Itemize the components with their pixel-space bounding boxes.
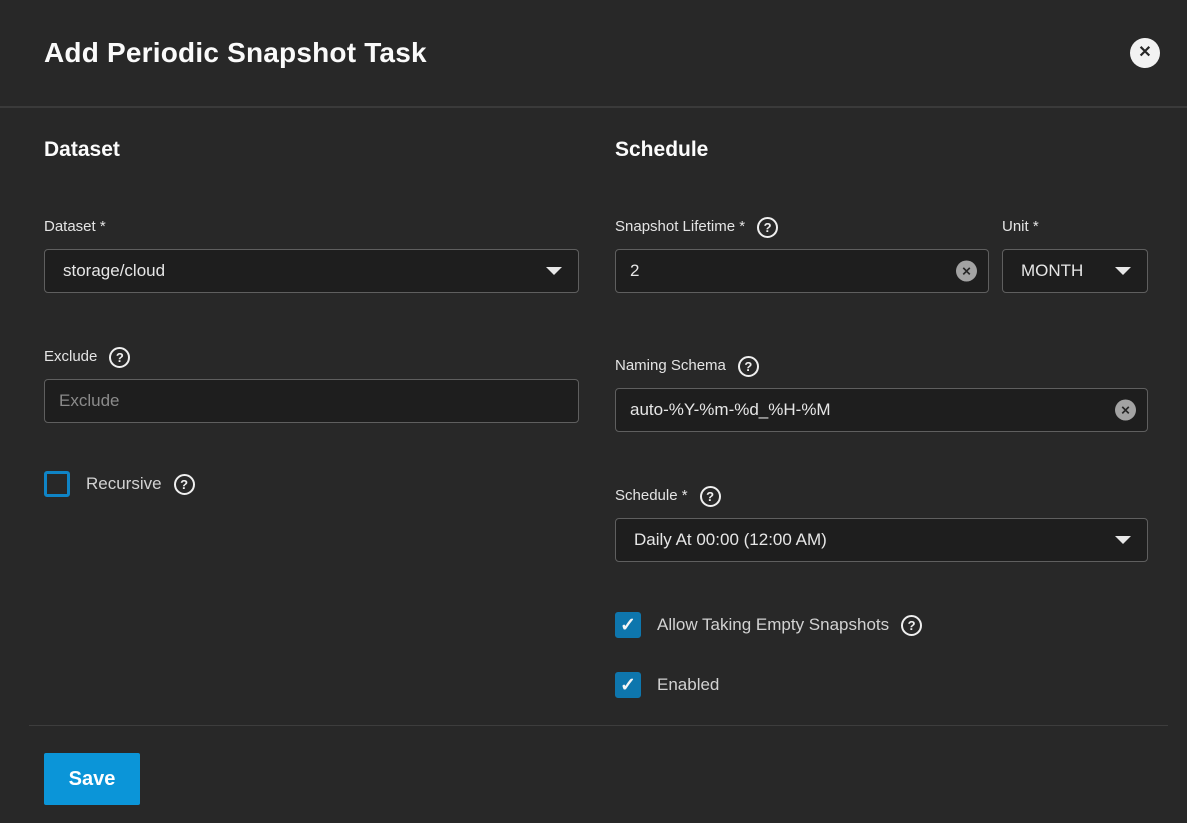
dataset-select-value: storage/cloud — [63, 261, 165, 281]
close-icon: ✕ — [1138, 38, 1151, 68]
help-icon[interactable]: ? — [109, 347, 130, 368]
allow-empty-label: Allow Taking Empty Snapshots — [657, 615, 889, 635]
help-icon[interactable]: ? — [757, 217, 778, 238]
clear-icon[interactable]: ✕ — [1115, 400, 1136, 421]
naming-schema-input[interactable] — [615, 388, 1148, 432]
dataset-field: Dataset * storage/cloud — [44, 218, 579, 293]
dialog-header: Add Periodic Snapshot Task ✕ — [0, 0, 1187, 108]
help-icon[interactable]: ? — [174, 474, 195, 495]
allow-empty-row: ✓ Allow Taking Empty Snapshots ? — [615, 612, 1148, 638]
save-button[interactable]: Save — [44, 753, 140, 805]
exclude-label: Exclude — [44, 348, 97, 366]
dialog-title: Add Periodic Snapshot Task — [44, 37, 427, 69]
schedule-section-title: Schedule — [615, 138, 1148, 162]
help-icon[interactable]: ? — [901, 615, 922, 636]
dialog-footer: Save — [0, 726, 1187, 805]
schedule-select-value: Daily At 00:00 (12:00 AM) — [634, 530, 827, 550]
dataset-section-title: Dataset — [44, 138, 579, 162]
naming-schema-label: Naming Schema — [615, 357, 726, 375]
dataset-label: Dataset * — [44, 218, 106, 236]
lifetime-unit-row: Snapshot Lifetime * ? ✕ Unit * MONTH — [615, 218, 1148, 293]
dataset-section: Dataset Dataset * storage/cloud Exclude … — [44, 138, 579, 698]
dataset-select[interactable]: storage/cloud — [44, 249, 579, 293]
check-icon: ✓ — [620, 616, 636, 635]
help-icon[interactable]: ? — [738, 356, 759, 377]
unit-label: Unit * — [1002, 218, 1039, 236]
clear-icon[interactable]: ✕ — [956, 261, 977, 282]
recursive-checkbox[interactable]: ✓ — [44, 471, 70, 497]
schedule-select[interactable]: Daily At 00:00 (12:00 AM) — [615, 518, 1148, 562]
naming-schema-field: Naming Schema ? ✕ — [615, 357, 1148, 432]
schedule-section: Schedule Snapshot Lifetime * ? ✕ Unit * — [615, 138, 1148, 698]
add-periodic-snapshot-task-dialog: Add Periodic Snapshot Task ✕ Dataset Dat… — [0, 0, 1187, 823]
exclude-field: Exclude ? — [44, 348, 579, 423]
allow-empty-checkbox[interactable]: ✓ — [615, 612, 641, 638]
enabled-checkbox[interactable]: ✓ — [615, 672, 641, 698]
chevron-down-icon — [1115, 536, 1131, 544]
enabled-label: Enabled — [657, 675, 719, 695]
unit-field: Unit * MONTH — [1002, 218, 1148, 293]
unit-select-value: MONTH — [1021, 261, 1083, 281]
schedule-label: Schedule * — [615, 487, 688, 505]
dialog-body: Dataset Dataset * storage/cloud Exclude … — [0, 108, 1187, 698]
chevron-down-icon — [546, 267, 562, 275]
schedule-field: Schedule * ? Daily At 00:00 (12:00 AM) — [615, 487, 1148, 562]
help-icon[interactable]: ? — [700, 486, 721, 507]
recursive-row: ✓ Recursive ? — [44, 471, 579, 497]
snapshot-lifetime-field: Snapshot Lifetime * ? ✕ — [615, 218, 989, 293]
chevron-down-icon — [1115, 267, 1131, 275]
recursive-label: Recursive — [86, 474, 162, 494]
close-button[interactable]: ✕ — [1130, 38, 1160, 68]
check-icon: ✓ — [620, 676, 636, 695]
snapshot-lifetime-label: Snapshot Lifetime * — [615, 218, 745, 236]
enabled-row: ✓ Enabled — [615, 672, 1148, 698]
unit-select[interactable]: MONTH — [1002, 249, 1148, 293]
snapshot-lifetime-input[interactable] — [615, 249, 989, 293]
exclude-input[interactable] — [44, 379, 579, 423]
